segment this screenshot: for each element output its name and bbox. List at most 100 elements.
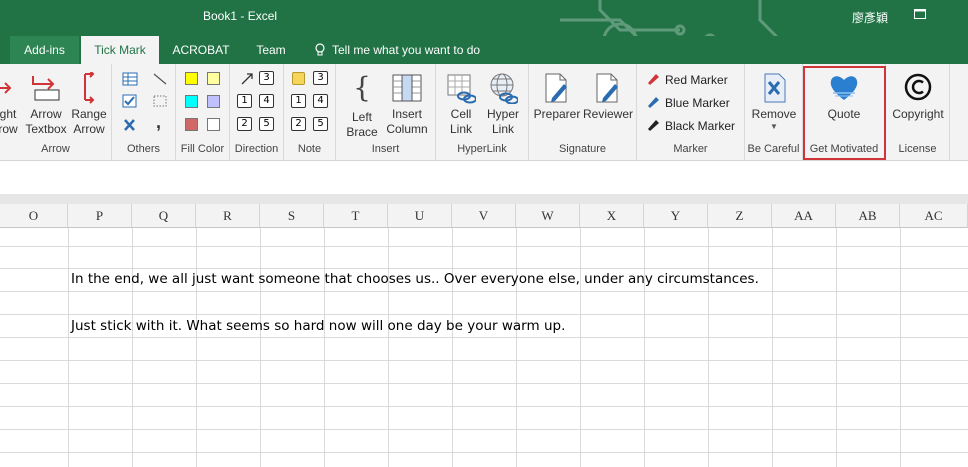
cell-link-label-1: Cell [450,107,472,121]
right-arrow-label-2: row [0,122,18,136]
right-arrow-button[interactable]: ght row [0,72,20,137]
note-number-5[interactable]: 5 [313,117,328,131]
cell-link-label-2: Link [449,122,472,136]
cell-link-icon [447,74,476,104]
group-others-label: Others [126,143,160,155]
tell-me-search[interactable]: Tell me what you want to do [314,36,480,64]
cell-link-button[interactable]: Cell Link [442,72,480,137]
preparer-button[interactable]: Preparer [533,72,581,122]
note-number-2[interactable]: 2 [291,117,306,131]
column-header-r[interactable]: R [196,204,260,228]
black-marker-icon [648,120,659,131]
column-header-aa[interactable]: AA [772,204,836,228]
column-header-q[interactable]: Q [132,204,196,228]
range-arrow-button[interactable]: Range Arrow [70,72,108,137]
restore-window-icon[interactable] [914,9,926,19]
tell-me-label: Tell me what you want to do [332,43,481,57]
ribbon: ght row Arrow Textbox Range Arrow Arrow [0,64,968,161]
copyright-label: Copyright [892,107,944,121]
column-header-ab[interactable]: AB [836,204,900,228]
column-header-z[interactable]: Z [708,204,772,228]
cell-quote-2[interactable]: Just stick with it. What seems so hard n… [71,318,565,334]
user-name[interactable]: 廖彥穎 [852,9,888,26]
note-number-1[interactable]: 1 [291,94,306,108]
diagonal-line-icon[interactable] [152,72,168,86]
tab-tick-mark[interactable]: Tick Mark [81,36,159,64]
black-marker-button[interactable]: Black Marker [647,118,735,133]
copyright-button[interactable]: Copyright [888,72,948,122]
document-pen-icon [545,73,567,103]
direction-number-5[interactable]: 5 [259,117,274,131]
red-marker-button[interactable]: Red Marker [647,72,728,87]
column-header-p[interactable]: P [68,204,132,228]
remove-button[interactable]: Remove ▼ [749,72,799,132]
group-note: 3 1 4 2 5 Note [284,64,336,161]
column-header-v[interactable]: V [452,204,516,228]
column-header-y[interactable]: Y [644,204,708,228]
quote-button[interactable]: Quote [815,72,873,122]
preparer-label: Preparer [533,107,581,121]
dotted-box-icon[interactable] [152,94,168,108]
insert-column-icon [392,74,422,102]
left-brace-button[interactable]: { Left Brace [342,72,382,140]
direction-number-1[interactable]: 1 [237,94,252,108]
group-arrow: ght row Arrow Textbox Range Arrow Arrow [0,64,112,161]
group-license: Copyright License [886,64,950,161]
comma-icon[interactable]: , [156,112,161,133]
direction-number-4[interactable]: 4 [259,94,274,108]
direction-arrows-icon[interactable] [239,72,255,86]
column-header-ac[interactable]: AC [900,204,968,228]
fill-yellow-swatch[interactable] [185,72,198,85]
tab-add-ins[interactable]: Add-ins [10,36,79,64]
group-arrow-label: Arrow [41,143,70,155]
chevron-down-icon: ▼ [770,122,778,131]
hyper-link-button[interactable]: Hyper Link [483,72,523,137]
group-hyperlink: Cell Link Hyper Link HyperLink [436,64,529,161]
blue-marker-button[interactable]: Blue Marker [647,95,730,110]
group-insert-label: Insert [371,143,400,155]
fill-light-yellow-swatch[interactable] [207,72,220,85]
column-header-x[interactable]: X [580,204,644,228]
column-header-s[interactable]: S [260,204,324,228]
arrow-textbox-button[interactable]: Arrow Textbox [24,72,68,137]
left-brace-icon: { [353,71,371,104]
column-header-w[interactable]: W [516,204,580,228]
group-marker-label: Marker [673,143,708,155]
left-brace-label-2: Brace [346,125,378,139]
fill-red-swatch[interactable] [185,118,198,131]
column-header-t[interactable]: T [324,204,388,228]
hyper-link-label-2: Link [491,122,514,136]
note-number-4[interactable]: 4 [313,94,328,108]
sheet-top-divider [0,194,968,204]
column-header-u[interactable]: U [388,204,452,228]
fill-lavender-swatch[interactable] [207,95,220,108]
blue-marker-icon [648,97,659,108]
note-number-3[interactable]: 3 [313,71,328,85]
cross-mark-icon[interactable] [122,118,138,132]
sticky-note-icon[interactable] [292,72,305,85]
checkbox-icon[interactable] [122,94,138,108]
lightbulb-icon [315,43,325,56]
heart-icon [830,76,858,100]
insert-column-button[interactable]: Insert Column [384,72,430,137]
insert-column-label-2: Column [386,122,428,136]
fill-white-swatch[interactable] [207,118,220,131]
tab-team[interactable]: Team [250,36,292,64]
cell-quote-1[interactable]: In the end, we all just want someone tha… [71,271,759,287]
left-brace-label-1: Left [351,110,372,124]
column-header-o[interactable]: O [0,204,68,228]
group-note-label: Note [297,143,322,155]
tab-acrobat[interactable]: ACROBAT [169,36,233,64]
right-arrow-icon [0,82,12,94]
direction-number-2[interactable]: 2 [237,117,252,131]
reviewer-button[interactable]: Reviewer [583,72,633,122]
group-get-motivated: Quote Get Motivated [803,64,886,161]
fill-cyan-swatch[interactable] [185,95,198,108]
direction-number-3[interactable]: 3 [259,71,274,85]
range-arrow-label-2: Arrow [73,122,105,136]
red-marker-icon [648,74,659,85]
arrow-textbox-icon [32,76,60,101]
blue-marker-label: Blue Marker [665,96,730,110]
remove-label: Remove [751,107,797,121]
table-icon[interactable] [122,72,138,86]
